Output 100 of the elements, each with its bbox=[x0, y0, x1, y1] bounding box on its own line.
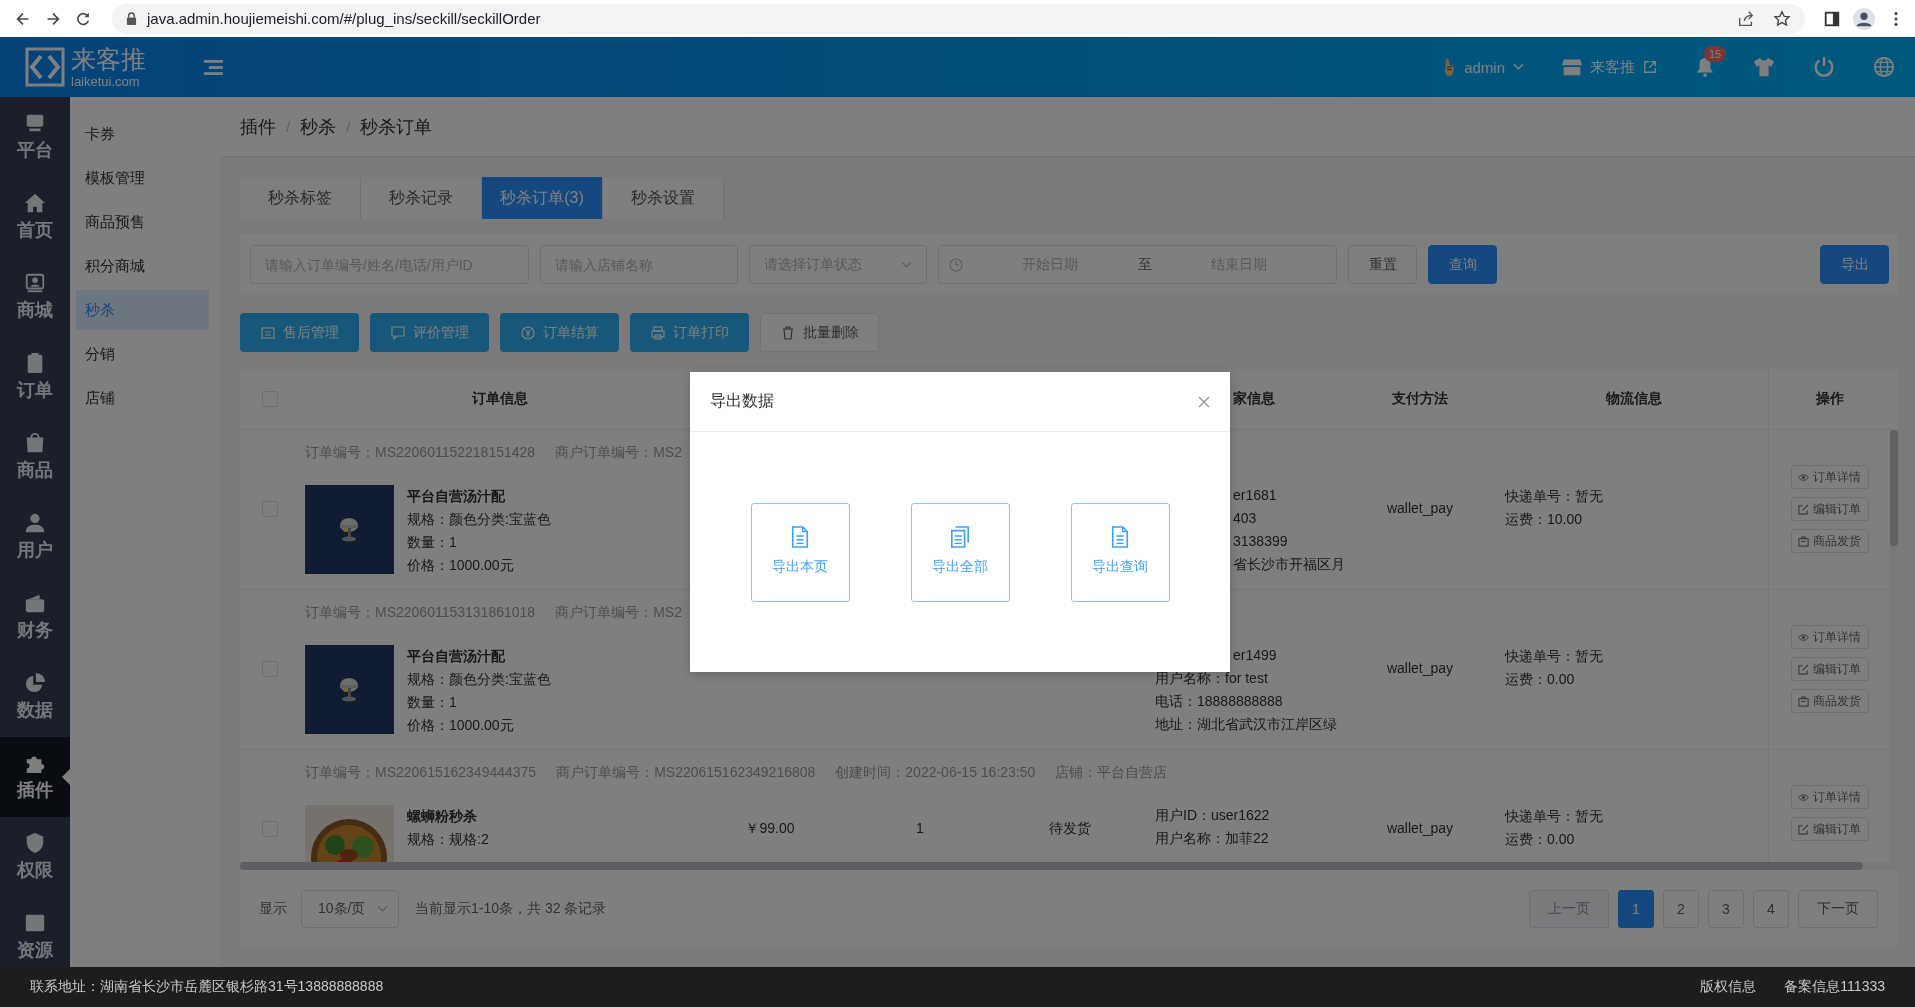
copy-icon bbox=[950, 526, 970, 548]
page-size-select[interactable]: 10条/页 bbox=[301, 889, 399, 928]
row-action-button[interactable]: 商品发货 bbox=[1790, 529, 1869, 553]
nav-item[interactable]: 权限 bbox=[0, 817, 70, 897]
user-icon bbox=[24, 512, 46, 534]
row-action-button[interactable]: 订单详情 bbox=[1790, 465, 1869, 489]
submenu-item[interactable]: 卡券 bbox=[76, 114, 209, 154]
toolbar-button[interactable]: 订单打印 bbox=[630, 313, 749, 352]
submenu-item[interactable]: 分销 bbox=[76, 334, 209, 374]
breadcrumb-item[interactable]: 秒杀 bbox=[300, 114, 337, 139]
page-button[interactable]: 2 bbox=[1663, 889, 1699, 928]
list-icon bbox=[260, 325, 275, 340]
row-action-button[interactable]: 编辑订单 bbox=[1790, 657, 1869, 681]
row-action-button[interactable]: 订单详情 bbox=[1790, 785, 1869, 809]
query-button[interactable]: 查询 bbox=[1428, 245, 1497, 284]
package-icon bbox=[1798, 695, 1809, 707]
edit-icon bbox=[1798, 663, 1809, 675]
export-option[interactable]: 导出全部 bbox=[910, 503, 1010, 602]
footer-link[interactable]: 版权信息 bbox=[1700, 978, 1757, 996]
product-name: 螺蛳粉秒杀 bbox=[407, 807, 478, 826]
external-link-icon bbox=[1643, 60, 1657, 74]
user-menu[interactable]: admin bbox=[1442, 56, 1524, 78]
nav-item[interactable]: 商品 bbox=[0, 417, 70, 497]
scrollbar[interactable] bbox=[240, 862, 1898, 870]
profile-icon[interactable] bbox=[1853, 7, 1875, 30]
shirt-icon[interactable] bbox=[1753, 56, 1775, 78]
nav-item[interactable]: 插件 bbox=[0, 737, 70, 817]
buyer-detail: er1681 bbox=[1233, 486, 1278, 505]
store-link[interactable]: 来客推 bbox=[1562, 57, 1657, 77]
tab[interactable]: 秒杀订单(3) bbox=[482, 177, 603, 219]
shield-icon bbox=[24, 832, 46, 854]
nav-item[interactable]: 商城 bbox=[0, 257, 70, 337]
toolbar-button[interactable]: 批量删除 bbox=[760, 313, 879, 352]
globe-icon[interactable] bbox=[1873, 56, 1895, 78]
footer-link[interactable]: 备案信息111333 bbox=[1784, 978, 1885, 996]
page-button[interactable]: 1 bbox=[1618, 889, 1654, 928]
row-action-button[interactable]: 编辑订单 bbox=[1790, 497, 1869, 521]
column-header: 家信息 bbox=[1233, 390, 1275, 408]
submenu-item[interactable]: 秒杀 bbox=[76, 290, 209, 330]
tab[interactable]: 秒杀记录 bbox=[361, 177, 482, 219]
tab[interactable]: 秒杀标签 bbox=[240, 177, 361, 219]
row-action-button[interactable]: 商品发货 bbox=[1790, 689, 1869, 713]
nav-item[interactable]: 财务 bbox=[0, 577, 70, 657]
next-page-button[interactable]: 下一页 bbox=[1798, 889, 1878, 928]
id-card-icon bbox=[24, 272, 46, 294]
star-icon[interactable] bbox=[1773, 9, 1791, 28]
buyer-detail: 用户名称：for test bbox=[1155, 669, 1269, 688]
reset-button[interactable]: 重置 bbox=[1348, 245, 1417, 284]
row-action-button[interactable]: 编辑订单 bbox=[1790, 817, 1869, 841]
hand-icon bbox=[1442, 56, 1457, 78]
menu-icon[interactable] bbox=[204, 59, 223, 75]
document-icon bbox=[1110, 526, 1130, 548]
payment-text: wallet_pay bbox=[1386, 499, 1454, 518]
edit-icon bbox=[1798, 503, 1809, 515]
edit-icon bbox=[1798, 823, 1809, 835]
nav-item[interactable]: 平台 bbox=[0, 97, 70, 177]
nav-item[interactable]: 订单 bbox=[0, 337, 70, 417]
pie-chart-icon bbox=[24, 672, 46, 694]
logo-icon bbox=[25, 47, 65, 87]
nav-item[interactable]: 数据 bbox=[0, 657, 70, 737]
range-separator: 至 bbox=[1137, 255, 1152, 274]
package-icon bbox=[1798, 535, 1809, 547]
close-icon[interactable] bbox=[1198, 395, 1210, 408]
logistics-detail: 运费：10.00 bbox=[1505, 510, 1584, 529]
export-option[interactable]: 导出查询 bbox=[1070, 503, 1170, 602]
breadcrumb-item[interactable]: 秒杀订单 bbox=[360, 114, 433, 139]
wallet-icon bbox=[24, 592, 46, 614]
submenu-item[interactable]: 模板管理 bbox=[76, 158, 209, 198]
caret-icon bbox=[1513, 63, 1524, 71]
buyer-detail: 地址：湖北省武汉市江岸区绿 bbox=[1155, 715, 1338, 734]
column-header: 物流信息 bbox=[1604, 389, 1663, 408]
payment-text: wallet_pay bbox=[1386, 659, 1454, 678]
nav-item[interactable]: 用户 bbox=[0, 497, 70, 577]
address-bar[interactable]: java.admin.houjiemeishi.com/#/plug_ins/seckill/seckillOrder bbox=[112, 3, 1805, 34]
caret-icon bbox=[901, 260, 912, 269]
page-button[interactable]: 3 bbox=[1708, 889, 1744, 928]
share-icon[interactable] bbox=[1737, 9, 1755, 28]
page-button[interactable]: 4 bbox=[1753, 889, 1789, 928]
breadcrumb-item[interactable]: 插件 bbox=[240, 114, 276, 139]
eye-icon bbox=[1798, 631, 1809, 643]
lock-icon bbox=[126, 12, 137, 25]
nav-item[interactable]: 首页 bbox=[0, 177, 70, 257]
export-option[interactable]: 导出本页 bbox=[750, 503, 850, 602]
power-icon[interactable] bbox=[1813, 56, 1835, 78]
submenu-item[interactable]: 店铺 bbox=[76, 378, 209, 418]
buyer-detail: 省长沙市开福区月 bbox=[1233, 555, 1340, 574]
row-action-button[interactable]: 订单详情 bbox=[1790, 625, 1869, 649]
tab[interactable]: 秒杀设置 bbox=[603, 177, 724, 219]
export-button[interactable]: 导出 bbox=[1820, 245, 1889, 284]
home-icon bbox=[24, 192, 46, 214]
submenu-item[interactable]: 商品预售 bbox=[76, 202, 209, 242]
breadcrumb-separator: / bbox=[346, 118, 351, 135]
submenu-item[interactable]: 积分商城 bbox=[76, 246, 209, 286]
side-panel-icon[interactable] bbox=[1823, 9, 1841, 28]
toolbar-button[interactable]: 售后管理 bbox=[240, 313, 359, 352]
product-name: 平台自营汤汁配 bbox=[407, 487, 506, 506]
logistics-detail: 快递单号：暂无 bbox=[1505, 647, 1604, 666]
product-detail: 数量：1 bbox=[407, 693, 458, 712]
toolbar-button[interactable]: 评价管理 bbox=[370, 313, 489, 352]
toolbar-button[interactable]: 订单结算 bbox=[500, 313, 619, 352]
